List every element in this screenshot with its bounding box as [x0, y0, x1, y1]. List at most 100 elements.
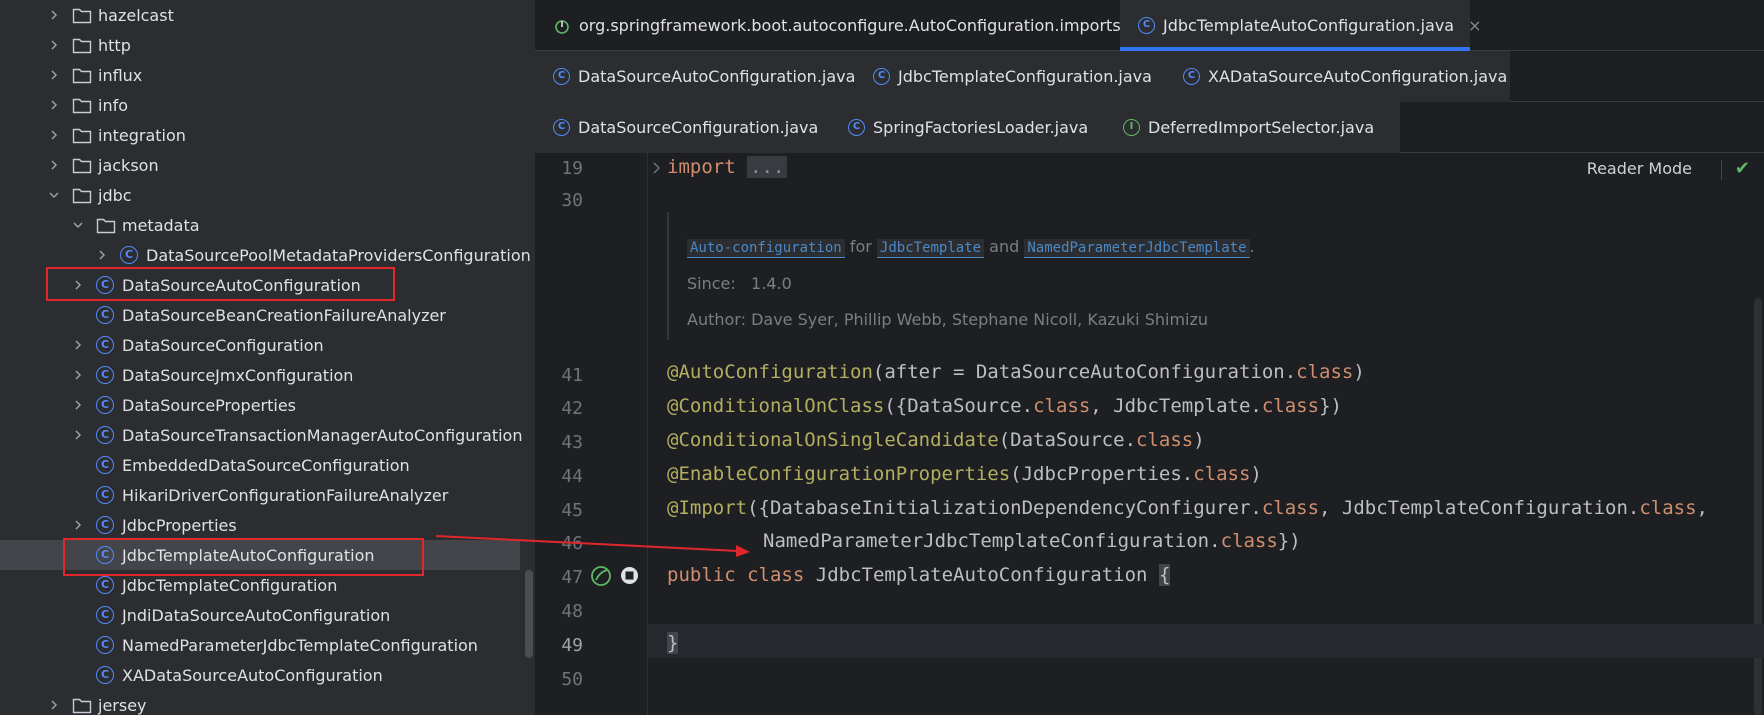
tab-deferredimportselector[interactable]: I DeferredImportSelector.java	[1105, 102, 1400, 153]
keyword: class	[1639, 497, 1697, 519]
chevron-right-icon[interactable]	[46, 7, 62, 23]
chevron-right-icon[interactable]	[46, 157, 62, 173]
doc-link[interactable]: Auto-configuration	[687, 239, 845, 258]
tree-row-metadata[interactable]: metadata	[0, 210, 520, 240]
javadoc-block: Auto-configuration for JdbcTemplate and …	[667, 212, 1764, 340]
chevron-right-icon[interactable]	[46, 127, 62, 143]
tab-datasourceautoconfiguration[interactable]: C DataSourceAutoConfiguration.java	[535, 51, 855, 102]
interface-icon: I	[1123, 119, 1140, 136]
folder-icon	[72, 156, 92, 174]
code-text: )	[1193, 429, 1205, 451]
code-area[interactable]: 19 30 41 42 43 44 45 46 47 48 49 50 impo…	[535, 152, 1764, 715]
tree-row-datasourcepoolmetadataprovidersconfiguration[interactable]: C DataSourcePoolMetadataProvidersConfigur…	[0, 240, 531, 270]
annotation: @EnableConfigurationProperties	[667, 463, 1011, 485]
doc-link[interactable]: NamedParameterJdbcTemplate	[1024, 239, 1250, 258]
close-tab-icon[interactable]: ×	[1468, 16, 1481, 35]
tab-label: DataSourceConfiguration.java	[578, 118, 819, 137]
line-number: 19	[561, 158, 583, 179]
chevron-right-icon[interactable]	[70, 337, 86, 353]
tree-row-xadatasourceautoconfiguration[interactable]: C XADataSourceAutoConfiguration	[0, 660, 520, 690]
folded-imports[interactable]: ...	[747, 156, 788, 178]
tree-row-hikaridriverconfigurationfailureanalyzer[interactable]: C HikariDriverConfigurationFailureAnalyze…	[0, 480, 520, 510]
tree-row-http[interactable]: http	[0, 30, 520, 60]
tree-row-jdbctemplateconfiguration[interactable]: C JdbcTemplateConfiguration	[0, 570, 520, 600]
chevron-right-icon[interactable]	[70, 367, 86, 383]
chevron-right-icon[interactable]	[46, 37, 62, 53]
tree-row-label: JndiDataSourceAutoConfiguration	[122, 605, 391, 625]
tree-row-label: NamedParameterJdbcTemplateConfiguration	[122, 635, 478, 655]
doc-since-value: 1.4.0	[751, 274, 792, 293]
tab-springfactoriesloader[interactable]: C SpringFactoriesLoader.java	[830, 102, 1105, 153]
tree-row-jdbcproperties[interactable]: C JdbcProperties	[0, 510, 520, 540]
tab-jdbctemplateconfiguration[interactable]: C JdbcTemplateConfiguration.java	[855, 51, 1165, 102]
current-line-highlight	[648, 624, 1764, 658]
tab-label: JdbcTemplateConfiguration.java	[898, 67, 1152, 86]
tree-row-influx[interactable]: influx	[0, 60, 520, 90]
doc-link[interactable]: JdbcTemplate	[876, 239, 985, 258]
tree-row-label: XADataSourceAutoConfiguration	[122, 665, 383, 685]
tree-row-datasourceproperties[interactable]: C DataSourceProperties	[0, 390, 520, 420]
chevron-right-icon[interactable]	[70, 427, 86, 443]
chevron-down-icon[interactable]	[46, 187, 62, 203]
class-icon: C	[96, 456, 114, 474]
folder-icon	[72, 36, 92, 54]
code-text: , JdbcTemplate.	[1090, 395, 1262, 417]
keyword: class	[747, 564, 805, 586]
code-line-49: }	[667, 632, 679, 654]
chevron-right-icon[interactable]	[46, 97, 62, 113]
tab-jdbctemplateautoconfiguration[interactable]: C JdbcTemplateAutoConfiguration.java ×	[1120, 0, 1482, 51]
tree-row-integration[interactable]: integration	[0, 120, 520, 150]
chevron-right-icon[interactable]	[46, 697, 62, 713]
tree-row-label: DataSourcePoolMetadataProvidersConfigura…	[146, 245, 531, 265]
tree-row-info[interactable]: info	[0, 90, 520, 120]
tab-datasourceconfiguration[interactable]: C DataSourceConfiguration.java	[535, 102, 830, 153]
tree-row-jdbctemplateautoconfiguration[interactable]: C JdbcTemplateAutoConfiguration	[0, 540, 520, 570]
tree-row-datasourcejmxconfiguration[interactable]: C DataSourceJmxConfiguration	[0, 360, 520, 390]
code-text: ({DataSource.	[884, 395, 1034, 417]
editor-panel: org.springframework.boot.autoconfigure.A…	[535, 0, 1764, 715]
tree-row-label: DataSourceBeanCreationFailureAnalyzer	[122, 305, 446, 325]
tab-label: XADataSourceAutoConfiguration.java	[1208, 67, 1508, 86]
folder-icon	[72, 126, 92, 144]
line-number: 30	[561, 190, 583, 211]
code-text: )	[1353, 361, 1365, 383]
chevron-right-icon[interactable]	[70, 277, 86, 293]
chevron-right-icon[interactable]	[94, 247, 110, 263]
class-icon: C	[848, 119, 865, 136]
implemented-marker-icon[interactable]	[620, 566, 639, 585]
chevron-right-icon[interactable]	[46, 67, 62, 83]
doc-text: .	[1249, 237, 1255, 256]
tree-row-jackson[interactable]: jackson	[0, 150, 520, 180]
tree-row-namedparameterjdbctemplateconfiguration[interactable]: C NamedParameterJdbcTemplateConfiguration	[0, 630, 520, 660]
tree-row-embeddeddatasourceconfiguration[interactable]: C EmbeddedDataSourceConfiguration	[0, 450, 520, 480]
class-icon: C	[96, 486, 114, 504]
tab-autoconfiguration-imports[interactable]: org.springframework.boot.autoconfigure.A…	[535, 0, 1121, 51]
tree-row-label: EmbeddedDataSourceConfiguration	[122, 455, 410, 475]
doc-author-label: Author:	[687, 310, 746, 329]
tree-row-label: DataSourceProperties	[122, 395, 297, 415]
tree-scrollbar[interactable]	[525, 570, 533, 658]
keyword: class	[1220, 530, 1278, 552]
tree-row-datasourceconfiguration[interactable]: C DataSourceConfiguration	[0, 330, 520, 360]
keyword: public	[667, 564, 736, 586]
tree-row-datasourcebeancreationfailureanalyzer[interactable]: C DataSourceBeanCreationFailureAnalyzer	[0, 300, 520, 330]
chevron-right-icon[interactable]	[70, 397, 86, 413]
code-text: NamedParameterJdbcTemplateConfiguration.	[763, 530, 1221, 552]
tree-row-jndidatasourceautoconfiguration[interactable]: C JndiDataSourceAutoConfiguration	[0, 600, 520, 630]
chevron-down-icon[interactable]	[70, 217, 86, 233]
tree-row-hazelcast[interactable]: hazelcast	[0, 0, 520, 30]
folder-icon	[72, 66, 92, 84]
chevron-right-icon[interactable]	[70, 517, 86, 533]
tree-row-jdbc[interactable]: jdbc	[0, 180, 520, 210]
spring-bean-icon[interactable]	[590, 565, 612, 587]
tree-row-datasourcetransactionmanagerautoconfiguration[interactable]: C DataSourceTransactionManagerAutoConfigu…	[0, 420, 522, 450]
tab-xadatasourceautoconfiguration[interactable]: C XADataSourceAutoConfiguration.java	[1165, 51, 1510, 102]
tree-row-jersey[interactable]: jersey	[0, 690, 520, 715]
folder-icon	[72, 6, 92, 24]
tree-row-datasourceautoconfiguration[interactable]: C DataSourceAutoConfiguration	[0, 270, 520, 300]
code-line-47: public class JdbcTemplateAutoConfigurati…	[667, 564, 1171, 586]
class-icon: C	[96, 306, 114, 324]
fold-expand-icon[interactable]	[650, 160, 664, 174]
code-text: })	[1277, 530, 1301, 552]
code-text: (DataSource.	[998, 429, 1137, 451]
